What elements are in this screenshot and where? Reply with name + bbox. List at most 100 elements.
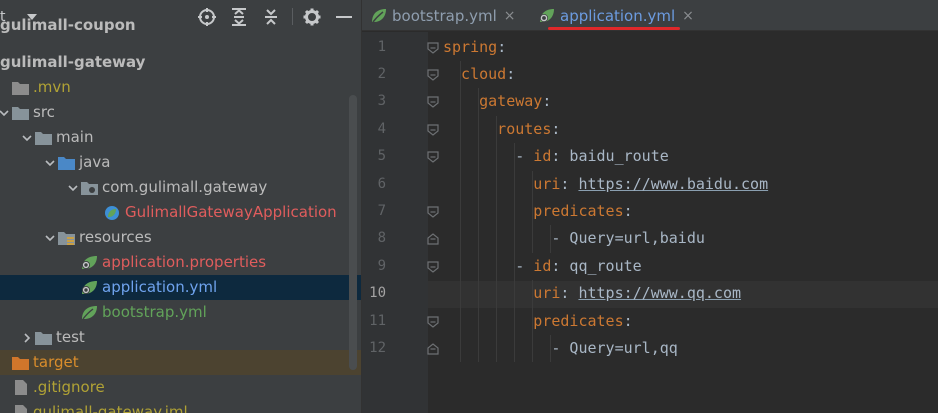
tree-item-target[interactable]: target	[0, 350, 361, 375]
tab-label: application.yml	[560, 6, 676, 25]
fold-marker-icon[interactable]	[427, 315, 439, 328]
tree-item-label: main	[56, 128, 94, 146]
code-line: uri: https://www.qq.com	[533, 284, 742, 303]
file-icon	[15, 380, 27, 395]
toolbar-separator	[292, 8, 293, 25]
spring-config-icon	[540, 9, 554, 22]
code-line: routes:	[497, 119, 561, 138]
line-number: 1	[377, 38, 386, 55]
file-icon	[15, 405, 27, 413]
tree-item-app[interactable]: GulimallGatewayApplication	[0, 200, 361, 225]
line-number: 8	[377, 230, 386, 247]
code-line: - Query=url,qq	[515, 338, 678, 357]
project-tree-scrollbar[interactable]	[349, 95, 357, 370]
tree-item-props[interactable]: application.properties	[0, 250, 361, 275]
tab-bootstrap-yml[interactable]: bootstrap.yml ×	[370, 0, 516, 31]
tree-item-label: bootstrap.yml	[102, 303, 207, 321]
folder-icon	[35, 132, 52, 145]
spring-leaf-icon	[372, 9, 386, 23]
code-line: uri: https://www.baidu.com	[533, 174, 769, 193]
tree-item-appyml[interactable]: application.yml	[0, 275, 361, 300]
chevron-right-icon[interactable]	[22, 333, 32, 343]
tree-item-iml[interactable]: gulimall-gateway.iml	[0, 400, 361, 413]
line-number: 4	[377, 120, 386, 137]
tree-item-src[interactable]: src	[0, 100, 361, 125]
chevron-down-icon[interactable]	[45, 233, 55, 243]
line-number: 12	[369, 339, 386, 356]
close-icon[interactable]: ×	[682, 8, 694, 24]
active-tab-underline	[548, 27, 680, 30]
fold-marker-icon[interactable]	[427, 41, 439, 54]
spring-class-icon	[105, 206, 119, 220]
tree-item-label: java	[79, 153, 111, 171]
code-line: cloud:	[461, 64, 516, 83]
fold-marker-icon[interactable]	[427, 124, 439, 136]
tree-item-label: com.gulimall.gateway	[102, 178, 268, 196]
line-number: 2	[377, 65, 386, 82]
tree-item-label: .mvn	[33, 78, 71, 96]
tree-item-label: gulimall-gateway.iml	[33, 403, 188, 413]
tree-item-main[interactable]: main	[0, 125, 361, 150]
fold-marker-icon[interactable]	[427, 343, 439, 355]
package-icon	[81, 182, 98, 195]
tree-item-label: .gitignore	[33, 378, 105, 396]
line-number: 10	[369, 285, 386, 302]
code-line: spring:	[443, 37, 507, 56]
code-line: predicates:	[533, 311, 633, 330]
line-number: 11	[369, 312, 386, 329]
tree-item-test[interactable]: test	[0, 325, 361, 350]
spring-leaf-icon	[82, 306, 97, 320]
tree-item-label: resources	[79, 228, 152, 246]
source-folder-icon	[58, 157, 75, 170]
line-number: 7	[377, 202, 386, 219]
indent-guide	[478, 88, 480, 363]
indent-guide	[496, 115, 498, 363]
tree-item-label: GulimallGatewayApplication	[125, 203, 337, 221]
code-line: predicates:	[533, 201, 633, 220]
code-line: - id: baidu_route	[515, 147, 669, 166]
tree-item-label: application.properties	[102, 253, 267, 271]
chevron-down-icon[interactable]	[22, 133, 32, 143]
tab-label: bootstrap.yml	[392, 6, 497, 25]
fold-marker-icon[interactable]	[427, 69, 439, 81]
resources-folder-icon	[58, 232, 75, 245]
editor-tab-bar: bootstrap.yml × application.yml ×	[362, 0, 938, 31]
tree-item-label: gulimall-gateway	[0, 53, 146, 71]
folder-icon	[12, 82, 29, 95]
tree-item-coupon[interactable]: gulimall-coupon	[0, 16, 361, 50]
tree-item-label: test	[56, 328, 85, 346]
line-number: 9	[377, 257, 386, 274]
line-number-gutter: 1 2 3 4 5 6 7 8 9 10 11 12	[362, 32, 428, 413]
line-number: 5	[377, 148, 386, 165]
tree-item-java[interactable]: java	[0, 150, 361, 175]
code-editor[interactable]: 1 2 3 4 5 6 7 8 9 10 11 12 spring: cloud: gateway: rou…	[362, 32, 938, 413]
fold-marker-icon[interactable]	[427, 151, 439, 163]
fold-marker-icon[interactable]	[427, 206, 439, 218]
chevron-down-icon[interactable]	[45, 158, 55, 168]
close-icon[interactable]: ×	[504, 8, 516, 24]
line-number: 3	[377, 93, 386, 110]
tree-item-gitignore[interactable]: .gitignore	[0, 375, 361, 400]
fold-marker-icon[interactable]	[427, 96, 439, 109]
fold-marker-icon[interactable]	[427, 261, 439, 273]
spring-config-icon	[82, 256, 97, 269]
tree-item-resources[interactable]: resources	[0, 225, 361, 250]
tree-item-gateway[interactable]: gulimall-gateway	[0, 50, 361, 75]
line-number: 6	[377, 175, 386, 192]
tree-item-pkg[interactable]: com.gulimall.gateway	[0, 175, 361, 200]
folder-icon	[12, 357, 29, 370]
tree-item-bootyml[interactable]: bootstrap.yml	[0, 300, 361, 325]
folder-icon	[12, 107, 29, 120]
chevron-down-icon[interactable]	[0, 108, 9, 118]
folder-icon	[35, 332, 52, 345]
tree-item-mvn[interactable]: .mvn	[0, 75, 361, 100]
chevron-down-icon[interactable]	[68, 183, 78, 193]
tree-item-label: application.yml	[102, 278, 218, 296]
indent-guide	[460, 60, 462, 363]
project-panel: t gulimall-coupon gulimall-gateway .mvn src…	[0, 0, 361, 413]
fold-marker-icon[interactable]	[427, 233, 439, 245]
spring-config-icon	[82, 281, 97, 294]
tree-item-label: src	[33, 103, 55, 121]
code-line: - id: qq_route	[515, 256, 642, 275]
code-line: gateway:	[479, 92, 552, 111]
